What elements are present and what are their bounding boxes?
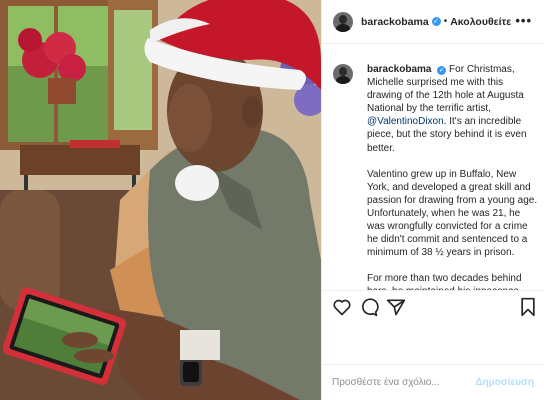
caption-paragraph-3: For more than two decades behind bars, h… — [367, 273, 522, 290]
following-button[interactable]: Ακολουθείτε — [450, 16, 511, 28]
paper-plane-icon[interactable] — [386, 297, 406, 317]
mention-link[interactable]: @ValentinoDixon — [367, 116, 444, 127]
avatar[interactable] — [333, 11, 353, 32]
add-comment-bar: Προσθέστε ένα σχόλιο... Δημοσίευση — [322, 364, 544, 400]
more-options-icon[interactable]: ••• — [515, 13, 532, 28]
comment-icon[interactable] — [359, 297, 379, 317]
verified-badge-icon: ✓ — [431, 17, 441, 26]
caption-paragraph-2: Valentino grew up in Buffalo, New York, … — [367, 168, 538, 259]
caption-text: barackobama ✓ For Christmas, Michelle su… — [367, 63, 539, 290]
post-sidebar: barackobama ✓ • Ακολουθείτε ••• barackob… — [321, 0, 544, 400]
action-bar — [322, 290, 544, 334]
instagram-post: barackobama ✓ • Ακολουθείτε ••• barackob… — [0, 0, 544, 400]
comment-input[interactable]: Προσθέστε ένα σχόλιο... — [332, 377, 475, 388]
heart-icon[interactable] — [332, 297, 352, 317]
caption-username[interactable]: barackobama — [367, 64, 431, 75]
header-separator: • — [443, 16, 448, 27]
post-photo[interactable] — [0, 0, 321, 400]
caption-avatar[interactable] — [333, 64, 353, 84]
bookmark-icon[interactable] — [518, 297, 538, 317]
post-header: barackobama ✓ • Ακολουθείτε ••• — [322, 0, 544, 44]
caption-paragraph-1: barackobama ✓ For Christmas, Michelle su… — [367, 63, 539, 155]
publish-button[interactable]: Δημοσίευση — [475, 377, 534, 388]
caption-area: barackobama ✓ For Christmas, Michelle su… — [322, 44, 544, 290]
caption-verified-icon: ✓ — [437, 66, 447, 75]
header-username[interactable]: barackobama — [361, 16, 429, 28]
photo-illustration — [0, 0, 321, 400]
